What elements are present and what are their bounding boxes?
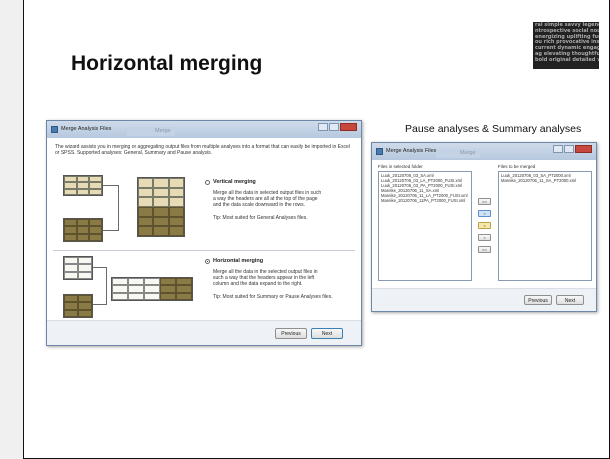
app-icon — [51, 126, 58, 133]
wizard-footer: Previous Next — [47, 320, 361, 345]
logo: ral simple savvy legendary bright ntrosp… — [533, 22, 599, 69]
source-table-1 — [63, 175, 103, 196]
tab-merge[interactable]: Merge — [456, 149, 480, 158]
previous-button[interactable]: Previous — [524, 295, 552, 305]
vertical-merging-desc: Merge all the data in selected output fi… — [213, 190, 322, 209]
add-all-button[interactable]: >> — [478, 198, 491, 205]
app-icon — [376, 148, 383, 155]
files-to-merge-list[interactable]: Luuk_20120706_03_SA_PT2000.xml Mareike_2… — [498, 171, 592, 281]
slide-title: Horizontal merging — [71, 52, 263, 75]
vertical-merging-radio[interactable] — [205, 180, 210, 185]
maximize-icon[interactable] — [329, 123, 339, 131]
next-button[interactable]: Next — [556, 295, 584, 305]
folder-files-list[interactable]: Luuk_20120706_03_SA.xml Luuk_20120706_03… — [378, 171, 472, 281]
close-icon[interactable] — [340, 123, 357, 131]
list-item[interactable]: Mareike_20120706_11_SA_PT2000.xml — [501, 178, 589, 183]
source-table-1 — [63, 256, 93, 280]
merged-table — [111, 277, 193, 301]
maximize-icon[interactable] — [564, 145, 574, 153]
vertical-merging-tip: Tip: Most suited for General Analyses fi… — [213, 215, 308, 221]
remove-button-2[interactable]: < — [478, 234, 491, 241]
divider — [53, 250, 355, 251]
remove-all-button[interactable]: << — [478, 246, 491, 253]
tab-merge[interactable]: Merge — [151, 127, 175, 136]
previous-button[interactable]: Previous — [275, 328, 307, 339]
merge-wizard-window: Merge Analysis Files Merge The wizard as… — [46, 120, 362, 346]
merged-table — [137, 177, 185, 237]
window-titlebar[interactable]: Merge Analysis Files Merge — [372, 143, 596, 161]
window-titlebar[interactable]: Merge Analysis Files Merge — [47, 121, 361, 139]
vertical-merging-label: Vertical merging — [213, 179, 256, 185]
window-title: Merge Analysis Files — [61, 126, 112, 132]
slide-caption: Pause analyses & Summary analyses — [405, 123, 582, 135]
merge-files-window: Merge Analysis Files Merge Files in sele… — [371, 142, 597, 312]
next-button[interactable]: Next — [311, 328, 343, 339]
close-icon[interactable] — [575, 145, 592, 153]
window-title: Merge Analysis Files — [386, 148, 437, 154]
list-item[interactable]: Mareike_20120706_11PA_PT2000_FUSI.xml — [381, 198, 469, 203]
horizontal-merging-desc: Merge all the data in the selected outpu… — [213, 269, 318, 288]
source-table-2 — [63, 294, 93, 318]
minimize-icon[interactable] — [318, 123, 328, 131]
horizontal-merging-tip: Tip: Most suited for Summary or Pause An… — [213, 294, 333, 300]
horizontal-merging-label: Horizontal merging — [213, 258, 264, 264]
remove-button[interactable]: < — [478, 222, 491, 229]
right-list-label: Files to be merged — [498, 164, 536, 169]
intro-text: The wizard assists you in merging or agg… — [55, 144, 350, 156]
source-table-2 — [63, 218, 103, 242]
vertical-merge-panel: Vertical merging Merge all the data in s… — [53, 171, 356, 248]
logo-line: bold original detailed vivid play — [535, 56, 599, 63]
minimize-icon[interactable] — [553, 145, 563, 153]
connector — [103, 185, 119, 231]
left-list-label: Files in selected folder — [378, 164, 423, 169]
wizard-footer: Previous Next — [372, 288, 596, 311]
horizontal-merge-panel: Horizontal merging Merge all the data in… — [53, 253, 356, 328]
connector — [93, 267, 107, 305]
add-button[interactable]: > — [478, 210, 491, 217]
horizontal-merging-radio[interactable] — [205, 259, 210, 264]
